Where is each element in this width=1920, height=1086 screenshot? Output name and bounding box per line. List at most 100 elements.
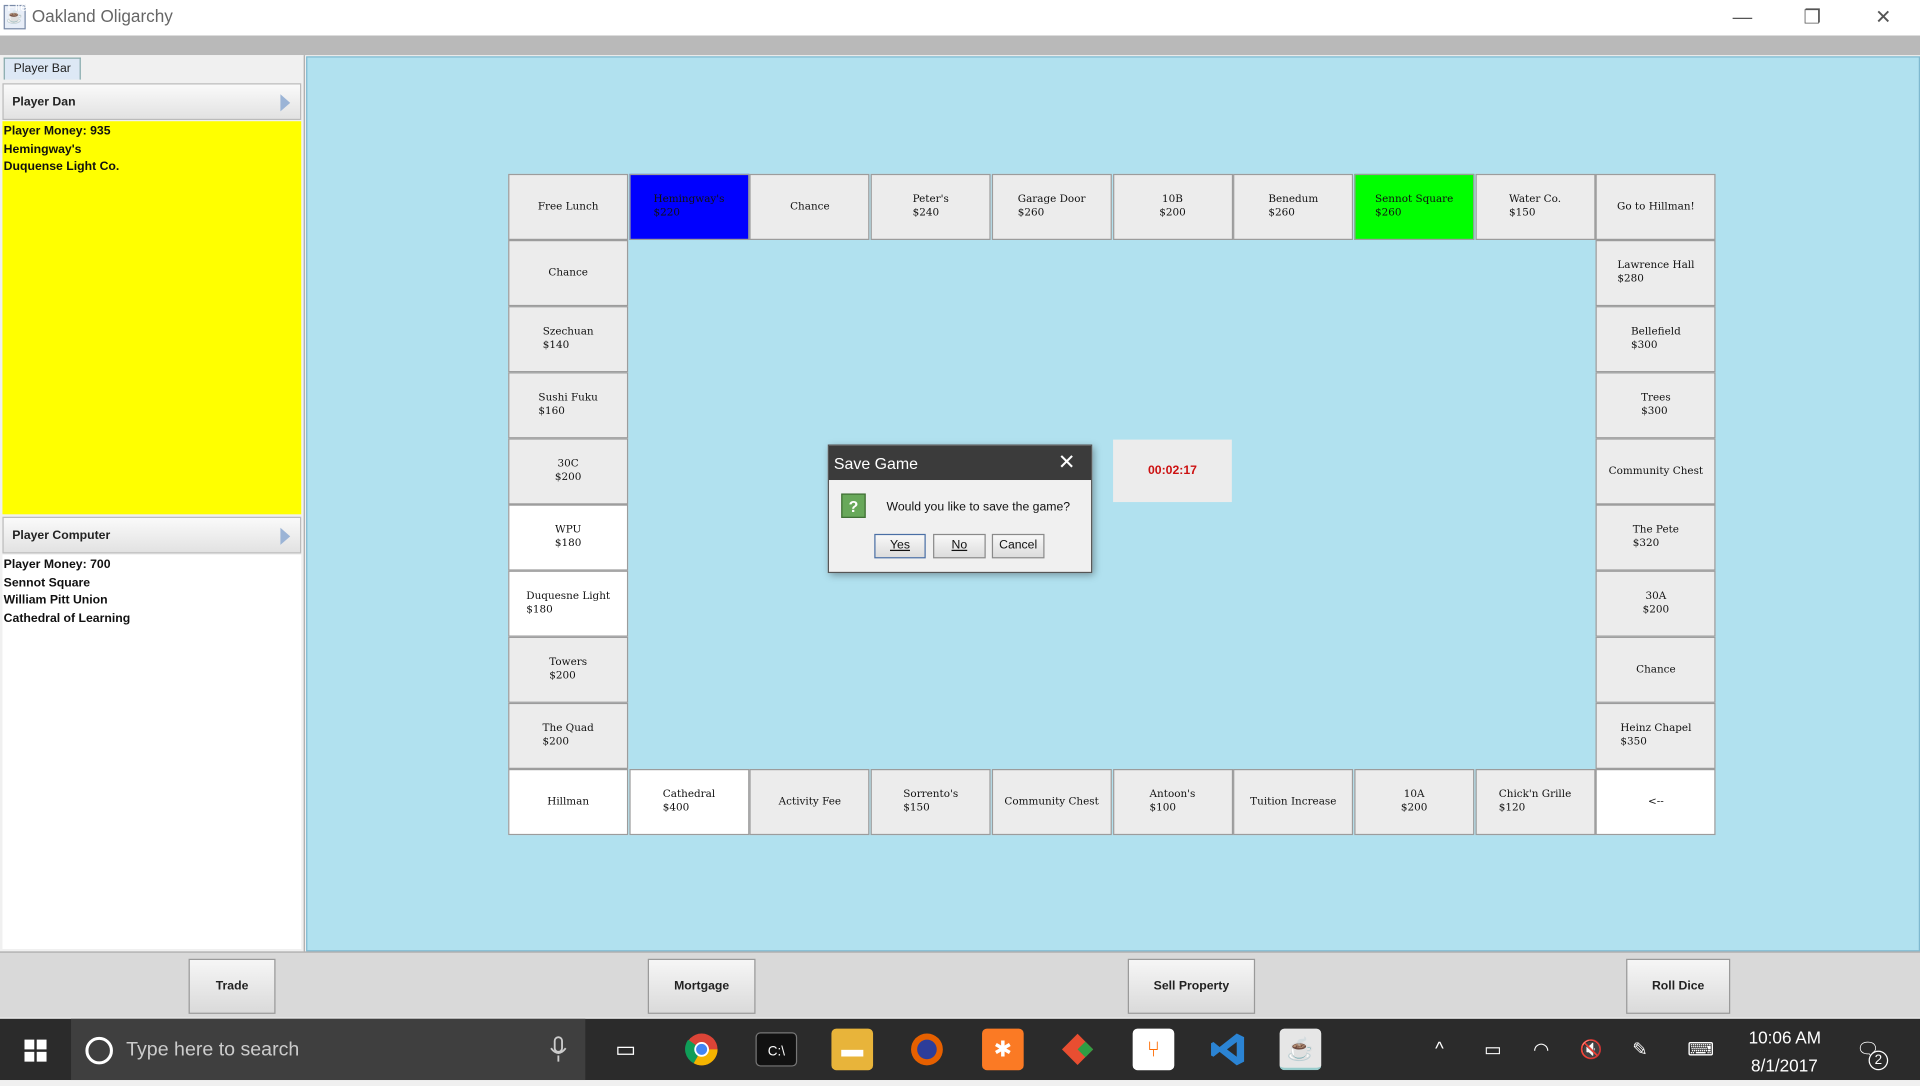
board-space-bottom[interactable]: Sorrento's $150: [870, 768, 991, 836]
board-space-top[interactable]: Benedum $260: [1233, 173, 1354, 241]
chrome-icon[interactable]: [681, 1029, 723, 1071]
space-price: $180: [526, 603, 553, 616]
board-space-bottom[interactable]: Community Chest: [991, 768, 1112, 836]
task-view-icon[interactable]: ▭: [605, 1029, 647, 1071]
space-name: Benedum: [1268, 193, 1319, 206]
board-space-bottom[interactable]: Chick'n Grille $120: [1475, 768, 1596, 836]
roll-dice-button[interactable]: Roll Dice: [1626, 958, 1731, 1014]
board-space-left[interactable]: 30C $200: [508, 438, 629, 505]
board-space-top[interactable]: Garage Door $260: [991, 173, 1112, 241]
board-space-right[interactable]: Chance: [1595, 636, 1716, 703]
space-price: $260: [1375, 206, 1402, 220]
space-price: $140: [542, 339, 570, 352]
restore-icon[interactable]: ❐: [1784, 0, 1840, 36]
xampp-icon[interactable]: ✱: [982, 1028, 1024, 1071]
close-icon[interactable]: ✕: [1855, 0, 1911, 36]
player-property: Hemingway's: [3, 142, 82, 157]
space-price: $400: [662, 802, 690, 815]
space-price: $200: [554, 471, 582, 484]
cortana-icon: [85, 1036, 113, 1065]
board-space-bottom[interactable]: Hillman: [508, 768, 629, 836]
board-space-left[interactable]: Towers $200: [508, 636, 629, 703]
visual-studio-code-icon[interactable]: [1207, 1029, 1249, 1071]
board-space-bottom[interactable]: Tuition Increase: [1233, 768, 1354, 836]
board-space-left[interactable]: Szechuan $140: [508, 306, 629, 373]
board-space-top[interactable]: Water Co. $150: [1475, 173, 1596, 241]
space-name: WPU: [555, 524, 582, 537]
file-explorer-icon[interactable]: ▬: [831, 1028, 874, 1071]
menu-file[interactable]: File: [7, 1, 27, 14]
microphone-icon[interactable]: [549, 1036, 569, 1063]
board-space-left[interactable]: Sushi Fuku $160: [508, 372, 629, 439]
board-space-right[interactable]: Heinz Chapel $350: [1595, 702, 1716, 769]
board-space-top[interactable]: Go to Hillman!: [1595, 173, 1716, 241]
board-space-left[interactable]: Duquesne Light $180: [508, 570, 629, 637]
player-info-computer: Player Money: 700 Sennot Square William …: [2, 554, 302, 949]
space-name: Water Co.: [1509, 193, 1562, 206]
battery-icon[interactable]: ▭: [1484, 1038, 1501, 1061]
expand-arrow-icon[interactable]: [280, 94, 291, 112]
notification-count-badge: 2: [1868, 1050, 1889, 1071]
board-space-left[interactable]: WPU $180: [508, 504, 629, 571]
player-property: Duquense Light Co.: [3, 160, 120, 175]
clock-date[interactable]: 8/1/2017: [1751, 1056, 1818, 1076]
space-price: $280: [1617, 273, 1644, 286]
board-space-top[interactable]: Peter's $240: [870, 173, 991, 241]
board-space-bottom[interactable]: Cathedral $400: [629, 768, 750, 836]
expand-arrow-icon[interactable]: [280, 527, 291, 545]
space-price: $200: [1400, 802, 1428, 815]
board-space-bottom[interactable]: Activity Fee: [749, 768, 870, 836]
tab-player-bar[interactable]: Player Bar: [3, 57, 81, 80]
clock-time[interactable]: 10:06 AM: [1749, 1027, 1821, 1047]
space-price: $160: [538, 405, 565, 418]
board-space-top[interactable]: Chance: [749, 173, 870, 241]
chevron-up-icon[interactable]: ^: [1435, 1038, 1444, 1059]
board-space-left[interactable]: The Quad $200: [508, 702, 629, 769]
windows-start-button[interactable]: [0, 1019, 71, 1080]
board-space-top[interactable]: Sennot Square $260: [1354, 173, 1475, 241]
sourcetree-icon[interactable]: ⑂: [1132, 1028, 1175, 1071]
cancel-button[interactable]: Cancel: [991, 533, 1045, 559]
space-name: Trees: [1641, 391, 1671, 405]
trade-button[interactable]: Trade: [188, 958, 276, 1014]
question-icon: ?: [841, 493, 866, 518]
board-space-top[interactable]: Hemingway's $220: [629, 173, 750, 241]
board-space-right[interactable]: Community Chest: [1595, 438, 1716, 505]
java-app-taskbar-icon[interactable]: ☕: [1279, 1028, 1322, 1071]
keyboard-icon[interactable]: ⌨: [1687, 1038, 1714, 1061]
player-header-computer[interactable]: Player Computer: [2, 516, 302, 554]
git-icon[interactable]: [1057, 1029, 1099, 1071]
pen-icon[interactable]: ✎: [1632, 1038, 1647, 1061]
board-space-bottom[interactable]: Antoon's $100: [1112, 768, 1233, 836]
board-space-right[interactable]: Lawrence Hall $280: [1595, 240, 1716, 307]
volume-muted-icon[interactable]: 🔇: [1580, 1038, 1603, 1061]
board-space-right[interactable]: The Pete $320: [1595, 504, 1716, 571]
no-button[interactable]: No: [933, 533, 986, 559]
space-name: Chance: [790, 200, 830, 213]
space-price: $260: [1017, 206, 1045, 220]
space-name: Bellefield: [1631, 325, 1681, 338]
yes-button[interactable]: Yes: [874, 533, 926, 559]
firefox-icon[interactable]: [906, 1029, 948, 1071]
board-space-top[interactable]: Free Lunch: [508, 173, 629, 241]
minimize-icon[interactable]: —: [1714, 0, 1770, 36]
close-icon[interactable]: ✕: [1053, 449, 1080, 476]
wifi-icon[interactable]: ◠: [1533, 1038, 1549, 1061]
player-header-dan[interactable]: Player Dan: [2, 83, 302, 121]
mortgage-button[interactable]: Mortgage: [647, 958, 756, 1014]
space-name: Go to Hillman!: [1617, 200, 1695, 213]
board-space-right[interactable]: Bellefield $300: [1595, 306, 1716, 373]
board-space-bottom[interactable]: <--: [1595, 768, 1716, 836]
space-name: Chance: [548, 266, 588, 279]
board-space-bottom[interactable]: 10A $200: [1354, 768, 1475, 836]
player-money: Player Money: 700: [3, 558, 111, 572]
board-space-right[interactable]: Trees $300: [1595, 372, 1716, 439]
space-price: $260: [1268, 206, 1295, 220]
board-space-left[interactable]: Chance: [508, 240, 629, 307]
sell-property-button[interactable]: Sell Property: [1127, 958, 1256, 1014]
board-space-top[interactable]: 10B $200: [1112, 173, 1233, 241]
command-prompt-icon[interactable]: C:\: [755, 1032, 798, 1067]
board-space-right[interactable]: 30A $200: [1595, 570, 1716, 637]
space-price: $100: [1149, 802, 1177, 815]
taskbar-search-placeholder: Type here to search: [126, 1039, 300, 1061]
